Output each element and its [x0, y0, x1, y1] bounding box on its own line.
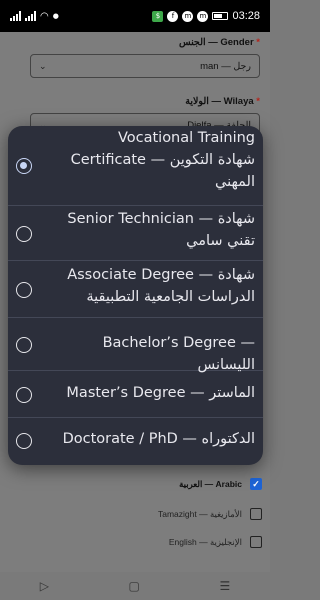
app-notification-icon: $ — [152, 10, 164, 22]
home-square-icon[interactable]: ▢ — [129, 579, 140, 593]
chevron-down-icon: ⌄ — [39, 60, 47, 71]
diploma-select-dialog: Vocational Training Certificate — شهادة … — [8, 126, 263, 465]
radio-unselected[interactable] — [16, 282, 32, 298]
required-mark: * — [256, 37, 260, 48]
clock: 03:28 — [232, 10, 260, 22]
option-label: Senior Technician — شهادة تقني سامي — [67, 211, 255, 249]
radio-selected[interactable] — [16, 158, 32, 174]
option-vocational-certificate[interactable]: Vocational Training Certificate — شهادة … — [8, 126, 263, 206]
required-mark: * — [256, 96, 260, 107]
status-right-icons: $ f m m 03:28 — [152, 10, 260, 22]
gender-select[interactable]: ⌄ man — رجل — [30, 54, 260, 78]
radio-unselected[interactable] — [16, 226, 32, 242]
option-doctorate[interactable]: Doctorate / PhD — الدكتوراه — [8, 418, 263, 465]
wilaya-label: الولاية — Wilaya * — [185, 96, 260, 107]
option-masters-degree[interactable]: Master’s Degree — الماستر — [8, 371, 263, 418]
language-label: English — الإنجليزية — [168, 536, 242, 547]
radio-unselected[interactable] — [16, 433, 32, 449]
system-nav-bar: ▷ ▢ ☰ — [0, 572, 270, 600]
language-item-english[interactable]: English — الإنجليزية — [169, 536, 262, 548]
checkbox-arabic[interactable]: ✓ — [250, 478, 262, 490]
option-senior-technician[interactable]: Senior Technician — شهادة تقني سامي — [8, 206, 263, 261]
signal-icon-2 — [25, 11, 36, 21]
checkbox-english[interactable] — [250, 536, 262, 548]
radio-unselected[interactable] — [16, 337, 32, 353]
option-label: Doctorate / PhD — الدكتوراه — [62, 431, 255, 447]
status-left-icons: ◠ ● — [10, 11, 59, 22]
recents-lines-icon[interactable]: ☰ — [219, 579, 230, 593]
language-item-tamazight[interactable]: Tamazight — الأمازيغية — [158, 508, 262, 520]
back-triangle-icon[interactable]: ▷ — [40, 579, 49, 593]
messenger-icon: m — [182, 10, 194, 22]
checkbox-tamazight[interactable] — [250, 508, 262, 520]
wilaya-label-text: الولاية — Wilaya — [185, 96, 254, 107]
messenger-icon-2: m — [197, 10, 209, 22]
signal-icon — [10, 11, 21, 21]
status-bar: ◠ ● $ f m m 03:28 — [0, 0, 270, 32]
option-bachelors-degree[interactable]: Bachelor’s Degree — الليسانس — [8, 318, 263, 373]
gender-value: man — رجل — [200, 60, 251, 72]
facebook-icon: f — [167, 10, 179, 22]
language-label: العربية — Arabic — [179, 478, 242, 489]
wifi-icon: ◠ — [40, 10, 49, 22]
option-associate-degree[interactable]: Associate Degree — شهادة الدراسات الجامع… — [8, 261, 263, 318]
option-label: Master’s Degree — الماستر — [66, 385, 255, 401]
language-item-arabic[interactable]: العربية — Arabic ✓ — [179, 478, 262, 490]
notification-dot-icon: ● — [52, 12, 59, 20]
option-label: Vocational Training Certificate — شهادة … — [70, 130, 255, 190]
battery-icon — [212, 12, 229, 20]
gender-label-text: الجنس — Gender — [178, 37, 254, 48]
option-label: Associate Degree — شهادة الدراسات الجامع… — [67, 267, 255, 305]
gender-label: الجنس — Gender * — [179, 37, 260, 48]
option-label: Bachelor’s Degree — الليسانس — [102, 335, 255, 373]
radio-unselected[interactable] — [16, 387, 32, 403]
language-label: Tamazight — الأمازيغية — [157, 508, 242, 519]
